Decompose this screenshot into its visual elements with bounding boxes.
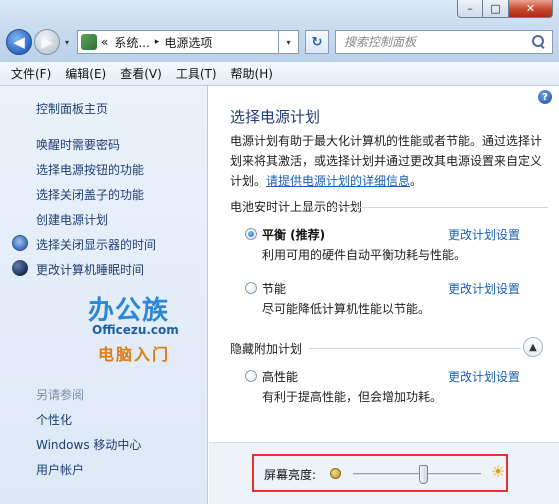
caption-buttons: – □ ✕: [457, 0, 553, 18]
collapse-chevron-up-icon[interactable]: ▲: [523, 337, 543, 357]
sidebar-item-user-accounts[interactable]: 用户帐户: [36, 461, 84, 478]
plan-balanced-radio[interactable]: [245, 228, 257, 240]
change-balanced-settings-link[interactable]: 更改计划设置: [448, 226, 520, 243]
plan-high-performance-name[interactable]: 高性能: [262, 368, 298, 385]
address-dropdown-icon[interactable]: ▾: [279, 30, 299, 54]
dim-brightness-icon: [330, 468, 341, 479]
plan-power-saver-name[interactable]: 节能: [262, 280, 286, 297]
logo-domain: Officezu.com: [92, 323, 179, 337]
navigation-row: ◀ ▶ ▾ « 系统... ▸ 电源选项 ▾ ↻: [6, 27, 553, 57]
plan-balanced-desc: 利用可用的硬件自动平衡功耗与性能。: [262, 248, 467, 262]
breadcrumb-system[interactable]: 系统...: [114, 34, 149, 51]
sidebar-item-display-off[interactable]: 选择关闭显示器的时间: [36, 236, 156, 253]
brightness-label: 屏幕亮度:: [264, 468, 317, 482]
plan-high-performance-desc: 有利于提高性能，但会增加功耗。: [262, 390, 443, 404]
search-icon[interactable]: [532, 35, 546, 49]
menu-bar: 文件(F) 编辑(E) 查看(V) 工具(T) 帮助(H): [0, 62, 559, 86]
sun-icon: ☀: [490, 462, 506, 481]
hidden-plans-heading[interactable]: 隐藏附加计划: [230, 340, 302, 357]
plan-high-performance-radio[interactable]: [245, 370, 257, 382]
sidebar-item-create-plan[interactable]: 创建电源计划: [36, 211, 108, 228]
help-icon[interactable]: ?: [538, 90, 552, 104]
back-button[interactable]: ◀: [6, 29, 32, 55]
plan-power-saver-radio[interactable]: [245, 282, 257, 294]
maximize-button[interactable]: □: [483, 0, 509, 18]
search-box[interactable]: [335, 30, 553, 54]
recent-pages-dropdown[interactable]: ▾: [61, 38, 73, 47]
sidebar-item-mobility-center[interactable]: Windows 移动中心: [36, 436, 141, 453]
brightness-highlight-box: 屏幕亮度: ☀: [252, 454, 508, 492]
page-description: 电源计划有助于最大化计算机的性能或者节能。通过选择计划来将其激活，或选择计划并通…: [230, 134, 543, 188]
change-power-saver-settings-link[interactable]: 更改计划设置: [448, 280, 520, 297]
sidebar-item-sleep[interactable]: 更改计算机睡眠时间: [36, 261, 144, 278]
brightness-slider[interactable]: [353, 465, 481, 484]
section-divider: [309, 348, 521, 349]
plan-power-saver-desc: 尽可能降低计算机性能以节能。: [262, 302, 431, 316]
menu-tools[interactable]: 工具(T): [169, 65, 224, 82]
logo-tagline: 电脑入门: [98, 345, 171, 364]
sidebar-item-power-buttons[interactable]: 选择电源按钮的功能: [36, 161, 144, 178]
menu-edit[interactable]: 编辑(E): [58, 65, 113, 82]
plan-details-link[interactable]: 请提供电源计划的详细信息: [266, 174, 410, 188]
search-input[interactable]: [344, 35, 532, 49]
watermark-logo: 办公族 Officezu.com 电脑入门: [88, 290, 206, 368]
address-bar[interactable]: « 系统... ▸ 电源选项: [77, 30, 279, 54]
brightness-footer: 屏幕亮度: ☀: [209, 442, 559, 504]
page-title: 选择电源计划: [230, 108, 321, 126]
logo-title: 办公族: [88, 296, 170, 326]
menu-help[interactable]: 帮助(H): [224, 65, 280, 82]
moon-icon: [12, 260, 28, 276]
monitor-icon: [12, 235, 28, 251]
refresh-button[interactable]: ↻: [305, 30, 329, 54]
minimize-button[interactable]: –: [457, 0, 483, 18]
plan-balanced-name[interactable]: 平衡 (推荐): [262, 226, 325, 243]
change-high-performance-settings-link[interactable]: 更改计划设置: [448, 368, 520, 385]
control-panel-icon: [81, 34, 97, 50]
close-button[interactable]: ✕: [509, 0, 553, 18]
sidebar-control-panel-home[interactable]: 控制面板主页: [36, 100, 108, 117]
sidebar-item-personalization[interactable]: 个性化: [36, 411, 72, 428]
menu-file[interactable]: 文件(F): [4, 65, 58, 82]
address-overflow[interactable]: «: [101, 35, 108, 49]
see-also-heading: 另请参阅: [36, 388, 85, 402]
breadcrumb-power-options[interactable]: 电源选项: [164, 34, 212, 51]
window-titlebar: – □ ✕ ◀ ▶ ▾ « 系统... ▸ 电源选项 ▾ ↻: [0, 0, 559, 62]
section-divider: [329, 207, 548, 208]
menu-view[interactable]: 查看(V): [113, 65, 169, 82]
sidebar-item-lid-close[interactable]: 选择关闭盖子的功能: [36, 186, 144, 203]
sidebar-item-require-password[interactable]: 唤醒时需要密码: [36, 136, 120, 153]
brightness-slider-thumb[interactable]: [419, 465, 428, 484]
forward-button[interactable]: ▶: [34, 29, 60, 55]
breadcrumb-separator-icon[interactable]: ▸: [155, 37, 160, 47]
